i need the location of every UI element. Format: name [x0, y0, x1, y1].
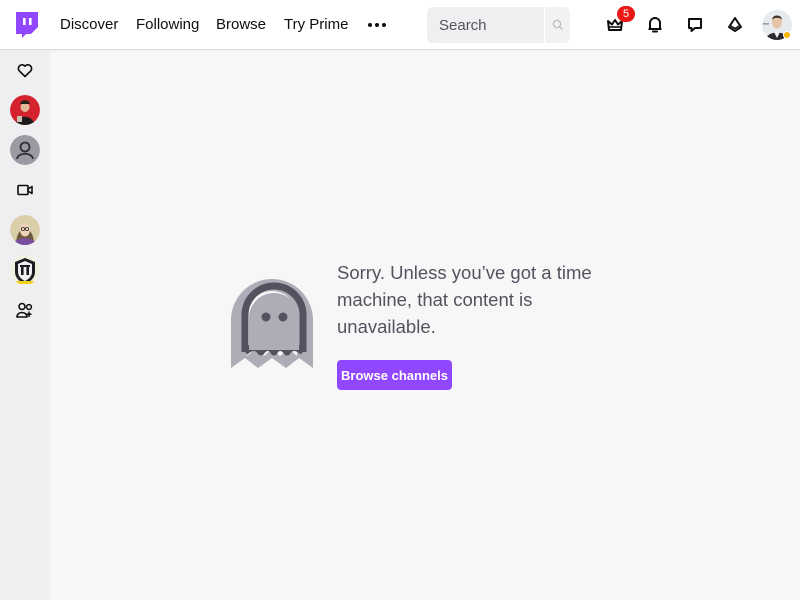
error-message: Sorry. Unless you’ve got a time machine,… — [337, 262, 592, 337]
message-icon[interactable] — [684, 14, 706, 36]
user-icon[interactable] — [10, 135, 40, 165]
search-bar — [427, 7, 570, 43]
channel-avatar[interactable] — [10, 215, 40, 245]
video-camera-icon[interactable] — [10, 175, 40, 205]
nav-link-discover[interactable]: Discover — [60, 16, 118, 33]
channel-avatar[interactable] — [10, 255, 40, 285]
notification-badge: 5 — [617, 6, 635, 22]
channel-avatar[interactable] — [10, 95, 40, 125]
bell-icon[interactable] — [644, 14, 666, 36]
heart-icon[interactable] — [10, 55, 40, 85]
sidebar — [0, 50, 50, 600]
online-status-dot — [783, 31, 791, 39]
more-dots-icon[interactable] — [367, 15, 387, 35]
twitch-logo[interactable] — [12, 12, 38, 40]
bits-icon[interactable] — [724, 14, 746, 36]
nav-link-browse[interactable]: Browse — [216, 16, 266, 33]
nav-link-following[interactable]: Following — [136, 16, 199, 33]
friends-icon[interactable] — [10, 295, 40, 325]
top-navigation: Discover Following Browse Try Prime 5 — [0, 0, 800, 50]
ghost-illustration — [231, 276, 313, 368]
search-icon — [552, 19, 563, 30]
browse-channels-button[interactable]: Browse channels — [337, 360, 452, 390]
search-button[interactable] — [545, 7, 570, 43]
search-input[interactable] — [427, 7, 544, 43]
nav-link-try-prime[interactable]: Try Prime — [284, 16, 348, 33]
